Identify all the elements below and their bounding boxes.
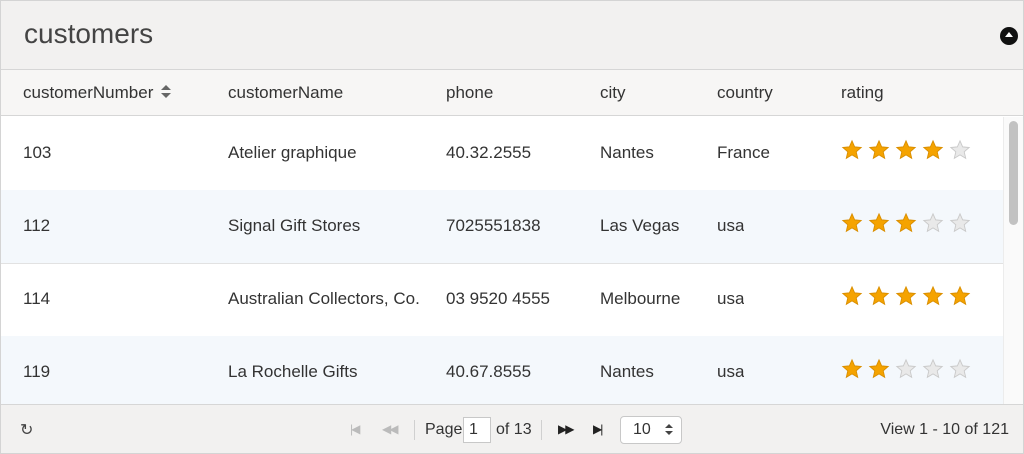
rating-stars (841, 285, 976, 312)
vertical-scrollbar[interactable] (1003, 117, 1023, 404)
cell-customerNumber: 114 (23, 289, 51, 308)
rating-stars (841, 212, 976, 239)
star-empty-icon (922, 212, 949, 239)
cell-city: Nantes (600, 362, 654, 381)
cell-city: Las Vegas (600, 216, 680, 235)
rating-stars (841, 139, 976, 166)
collapse-icon[interactable] (1000, 27, 1018, 45)
rows-per-page-select[interactable]: 10 (620, 416, 682, 444)
star-empty-icon (949, 358, 976, 385)
star-filled-icon (949, 285, 976, 312)
star-filled-icon (922, 139, 949, 166)
next-page-icon[interactable]: ▶▶ (558, 422, 575, 436)
cell-country: usa (717, 289, 745, 308)
table-row[interactable]: 119 La Rochelle Gifts 40.67.8555 Nantes … (1, 336, 1003, 404)
cell-customerName: Signal Gift Stores (228, 216, 361, 235)
star-empty-icon (895, 358, 922, 385)
column-header-customerName[interactable]: customerName (228, 83, 343, 103)
cell-phone: 03 9520 4555 (446, 289, 550, 308)
column-header-label: customerNumber (23, 83, 154, 102)
grid-body: 103 Atelier graphique 40.32.2555 Nantes … (1, 117, 1003, 404)
cell-customerNumber: 103 (23, 143, 52, 162)
column-header-label: country (717, 83, 773, 102)
column-header-country[interactable]: country (717, 83, 773, 103)
pager-separator (541, 420, 542, 440)
star-filled-icon (841, 285, 868, 312)
column-header-row: customerNumber customerName phone city c… (1, 70, 1023, 116)
first-page-icon[interactable]: |◀ (350, 422, 360, 436)
scrollbar-thumb[interactable] (1009, 121, 1018, 225)
cell-customerName: Australian Collectors, Co. (228, 289, 420, 308)
table-row[interactable]: 114 Australian Collectors, Co. 03 9520 4… (1, 263, 1003, 337)
column-header-label: rating (841, 83, 884, 102)
cell-customerNumber: 112 (23, 216, 51, 235)
column-header-customerNumber[interactable]: customerNumber (23, 83, 172, 103)
prev-page-icon[interactable]: ◀◀ (382, 422, 399, 436)
grid-caption: customers (1, 1, 1023, 70)
cell-country: usa (717, 216, 745, 235)
column-header-rating[interactable]: rating (841, 83, 884, 103)
page-label: Page (425, 421, 463, 438)
select-arrows-icon (665, 424, 673, 436)
pager: ↻ |◀ ◀◀ Page 1 of 13 ▶▶ ▶| 10 View 1 - 1… (1, 404, 1023, 453)
cell-customerName: La Rochelle Gifts (228, 362, 358, 381)
last-page-icon[interactable]: ▶| (593, 422, 603, 436)
cell-phone: 7025551838 (446, 216, 541, 235)
star-filled-icon (868, 285, 895, 312)
cell-phone: 40.32.2555 (446, 143, 532, 162)
refresh-icon[interactable]: ↻ (20, 420, 33, 440)
pager-separator (414, 420, 415, 440)
star-filled-icon (841, 139, 868, 166)
column-header-label: phone (446, 83, 494, 102)
star-filled-icon (895, 212, 922, 239)
table-row[interactable]: 112 Signal Gift Stores 7025551838 Las Ve… (1, 190, 1003, 264)
cell-phone: 40.67.8555 (446, 362, 532, 381)
column-header-city[interactable]: city (600, 83, 626, 103)
page-count-label: of 13 (496, 421, 532, 438)
column-header-label: city (600, 83, 626, 102)
star-filled-icon (895, 139, 922, 166)
column-header-label: customerName (228, 83, 344, 102)
cell-city: Nantes (600, 143, 654, 162)
rows-per-page-value: 10 (633, 421, 651, 438)
cell-customerName: Atelier graphique (228, 143, 357, 162)
star-filled-icon (841, 358, 868, 385)
star-filled-icon (841, 212, 868, 239)
star-empty-icon (949, 212, 976, 239)
star-empty-icon (922, 358, 949, 385)
page-number-input[interactable]: 1 (463, 417, 491, 443)
cell-city: Melbourne (600, 289, 681, 308)
rating-stars (841, 358, 976, 385)
star-filled-icon (868, 139, 895, 166)
cell-customerNumber: 119 (23, 362, 51, 381)
star-filled-icon (895, 285, 922, 312)
star-filled-icon (868, 358, 895, 385)
table-row[interactable]: 103 Atelier graphique 40.32.2555 Nantes … (1, 117, 1003, 191)
cell-country: usa (717, 362, 745, 381)
star-filled-icon (868, 212, 895, 239)
cell-country: France (717, 143, 770, 162)
view-records-info: View 1 - 10 of 121 (880, 421, 1009, 438)
sort-icon[interactable] (161, 84, 172, 99)
grid-title: customers (24, 18, 154, 49)
star-filled-icon (922, 285, 949, 312)
column-header-phone[interactable]: phone (446, 83, 493, 103)
star-empty-icon (949, 139, 976, 166)
customers-grid: customers customerNumber customerName ph… (0, 0, 1024, 454)
